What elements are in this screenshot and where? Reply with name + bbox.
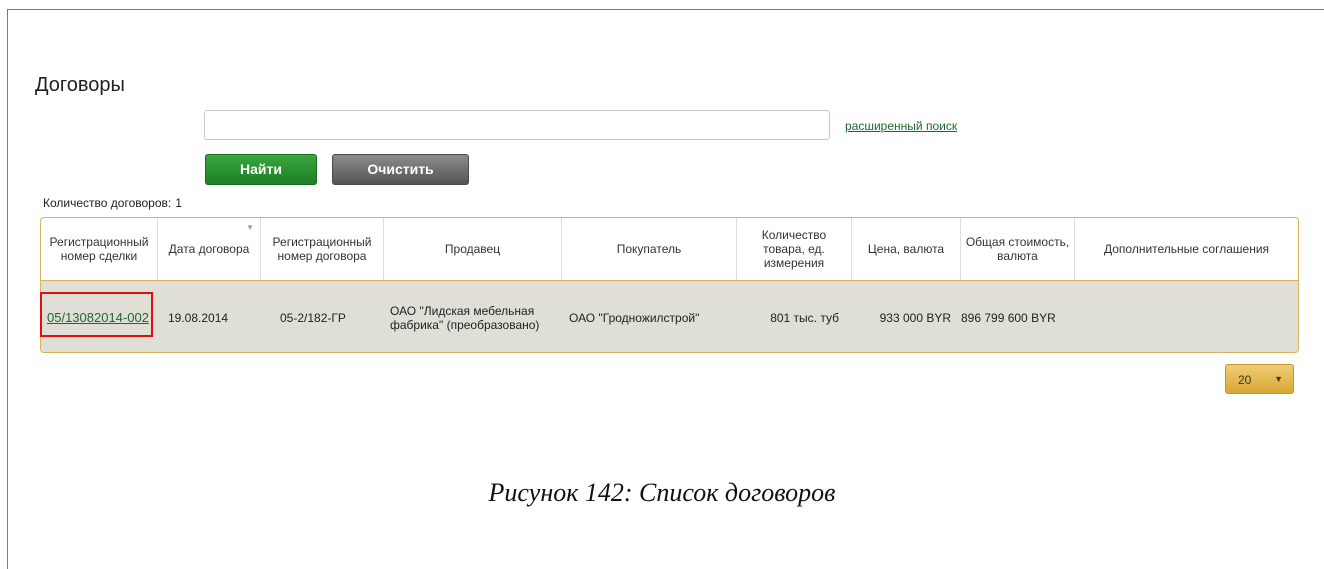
- column-header-deal-number[interactable]: Регистрационный номер сделки: [41, 218, 158, 280]
- caret-down-icon: ▼: [1274, 374, 1283, 384]
- cell-contract-date: 19.08.2014: [168, 310, 229, 325]
- column-header-buyer[interactable]: Покупатель: [562, 218, 737, 280]
- column-header-quantity[interactable]: Количество товара, ед. измерения: [737, 218, 852, 280]
- column-header-seller[interactable]: Продавец: [384, 218, 562, 280]
- advanced-search-link[interactable]: расширенный поиск: [845, 119, 957, 133]
- table-header: Регистрационный номер сделки Дата догово…: [41, 218, 1298, 281]
- cell-agreements: [1075, 281, 1298, 352]
- column-header-contract-number[interactable]: Регистрационный номер договора: [261, 218, 384, 280]
- cell-price: 933 000 BYR: [879, 310, 951, 325]
- page-size-select[interactable]: 20 ▼: [1225, 364, 1294, 394]
- cell-seller: ОАО "Лидская мебельная фабрика" (преобра…: [390, 303, 540, 332]
- search-input[interactable]: [204, 110, 830, 140]
- contracts-count-label: Количество договоров:: [43, 196, 172, 210]
- contracts-table: Регистрационный номер сделки Дата догово…: [40, 217, 1299, 353]
- highlight-box: [40, 292, 153, 337]
- contracts-count: Количество договоров: 1: [43, 196, 186, 210]
- cell-contract-number: 05-2/182-ГР: [280, 310, 346, 325]
- figure-caption: Рисунок 142: Список договоров: [488, 478, 836, 507]
- find-button[interactable]: Найти: [205, 154, 317, 185]
- page-size-value: 20: [1238, 373, 1252, 387]
- cell-quantity: 801 тыс. туб: [770, 310, 839, 325]
- page-title: Договоры: [35, 74, 125, 96]
- sort-down-icon: ▼: [246, 223, 254, 232]
- contracts-count-value: 1: [175, 196, 182, 210]
- column-header-total[interactable]: Общая стоимость, валюта: [961, 218, 1075, 280]
- table-row[interactable]: 05/13082014-002 19.08.2014 05-2/182-ГР О…: [41, 281, 1298, 352]
- cell-total: 896 799 600 BYR: [961, 310, 1056, 325]
- clear-button[interactable]: Очистить: [332, 154, 469, 185]
- column-header-price[interactable]: Цена, валюта: [852, 218, 961, 280]
- column-header-agreements[interactable]: Дополнительные соглашения: [1075, 218, 1298, 280]
- column-header-contract-date[interactable]: Дата договора ▼: [158, 218, 261, 280]
- cell-buyer: ОАО "Гродножилстрой": [569, 310, 700, 325]
